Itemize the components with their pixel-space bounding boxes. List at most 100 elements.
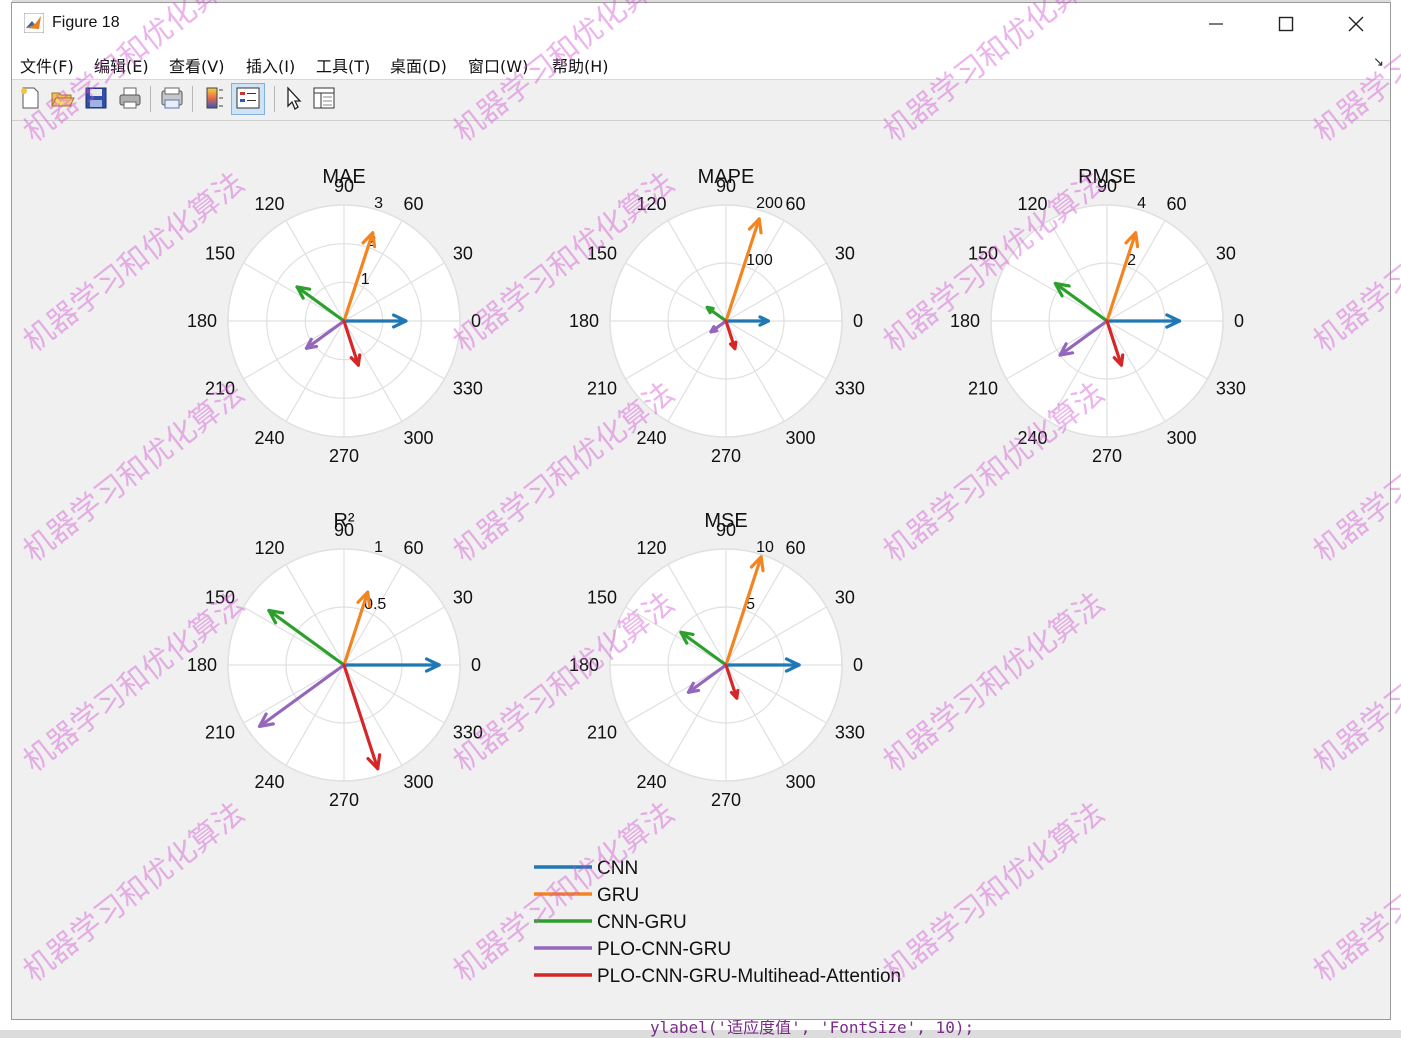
print-preview-icon[interactable]: [159, 85, 185, 111]
title-bar: Figure 18: [12, 3, 1390, 45]
dock-arrow-icon[interactable]: ↘: [1373, 55, 1384, 70]
angle-tick-label: 120: [636, 538, 666, 558]
angle-tick-label: 30: [835, 244, 855, 264]
angle-tick-label: 330: [1216, 379, 1246, 399]
figure-canvas: 0 30 60 90 120 150 180 210 240 270 300 330 1 2 3 MAE 0 30…: [12, 121, 1390, 1019]
angle-tick-label: 270: [711, 446, 741, 466]
matlab-logo-icon: [24, 13, 44, 33]
panel-title: R²: [333, 510, 354, 532]
angle-tick-label: 180: [950, 311, 980, 331]
figure-window: Figure 18 文件(F) 编辑(E) 查看(V) 插入(I) 工具(T) …: [11, 2, 1391, 1020]
panel-title: MAE: [322, 166, 365, 188]
angle-tick-label: 30: [835, 588, 855, 608]
pointer-icon[interactable]: [281, 85, 307, 111]
angle-tick-label: 0: [853, 311, 863, 331]
legend-label: PLO-CNN-GRU-Multihead-Attention: [597, 966, 901, 987]
legend: CNN GRU CNN-GRU PLO-CNN-GRU PLO-CNN-GRU-Mult…: [534, 858, 901, 987]
menu-file[interactable]: 文件(F): [20, 53, 74, 77]
angle-tick-label: 240: [1017, 428, 1047, 448]
angle-tick-label: 300: [1167, 428, 1197, 448]
menu-desktop[interactable]: 桌面(D): [390, 53, 447, 77]
menu-help[interactable]: 帮助(H): [552, 53, 609, 77]
angle-tick-label: 300: [404, 428, 434, 448]
radial-tick-label: 1: [374, 539, 383, 556]
legend-label: GRU: [597, 885, 639, 906]
angle-tick-label: 300: [786, 772, 816, 792]
angle-tick-label: 60: [1167, 194, 1187, 214]
toolbar-separator: [192, 86, 193, 112]
close-icon: [1348, 16, 1364, 32]
radial-tick-label: 100: [746, 252, 773, 269]
panel-title: MSE: [704, 510, 747, 532]
angle-tick-label: 240: [636, 772, 666, 792]
legend-label: PLO-CNN-GRU: [597, 939, 731, 960]
angle-tick-label: 60: [786, 194, 806, 214]
minimize-icon: [1209, 23, 1223, 25]
angle-tick-label: 150: [205, 588, 235, 608]
plot-area: 0306090120150180210240270300330123MAE030…: [187, 166, 1246, 987]
radial-tick-label: 3: [374, 195, 383, 212]
angle-tick-label: 270: [1092, 446, 1122, 466]
menu-insert[interactable]: 插入(I): [246, 53, 295, 77]
legend-label: CNN: [597, 858, 638, 879]
background-editor-strip-right: [1391, 0, 1401, 1030]
menu-window[interactable]: 窗口(W): [468, 53, 528, 77]
angle-tick-label: 120: [1017, 194, 1047, 214]
angle-tick-label: 0: [1234, 311, 1244, 331]
panel-title: MAPE: [698, 166, 755, 188]
radial-tick-label: 1: [361, 271, 370, 288]
angle-tick-label: 180: [187, 655, 217, 675]
menu-view[interactable]: 查看(V): [169, 53, 224, 77]
polar-panel-mse: 0306090120150180210240270300330510MSE: [569, 510, 865, 810]
angle-tick-label: 0: [471, 655, 481, 675]
angle-tick-label: 210: [205, 379, 235, 399]
menu-edit[interactable]: 编辑(E): [94, 53, 149, 77]
colorbar-icon[interactable]: [201, 85, 227, 111]
angle-tick-label: 120: [254, 194, 284, 214]
angle-tick-label: 180: [187, 311, 217, 331]
angle-tick-label: 150: [205, 244, 235, 264]
angle-tick-label: 240: [254, 428, 284, 448]
angle-tick-label: 210: [968, 379, 998, 399]
angle-tick-label: 60: [404, 194, 424, 214]
angle-tick-label: 180: [569, 311, 599, 331]
maximize-button[interactable]: [1252, 3, 1320, 45]
angle-tick-label: 270: [329, 446, 359, 466]
angle-tick-label: 150: [968, 244, 998, 264]
angle-tick-label: 240: [254, 772, 284, 792]
angle-tick-label: 330: [835, 723, 865, 743]
angle-tick-label: 120: [254, 538, 284, 558]
angle-tick-label: 300: [786, 428, 816, 448]
polar-panel-mae: 0306090120150180210240270300330123MAE: [187, 166, 483, 466]
angle-tick-label: 150: [587, 588, 617, 608]
angle-tick-label: 330: [453, 379, 483, 399]
toolbar-separator: [150, 86, 151, 112]
angle-tick-label: 210: [587, 379, 617, 399]
angle-tick-label: 120: [636, 194, 666, 214]
angle-tick-label: 270: [711, 790, 741, 810]
panel-title: RMSE: [1078, 166, 1136, 188]
print-icon[interactable]: [117, 85, 143, 111]
angle-tick-label: 30: [453, 588, 473, 608]
window-title: Figure 18: [52, 14, 120, 31]
angle-tick-label: 60: [404, 538, 424, 558]
angle-tick-label: 30: [1216, 244, 1236, 264]
polar-panel-mape: 0306090120150180210240270300330100200MAP…: [569, 166, 865, 466]
legend-label: CNN-GRU: [597, 912, 687, 933]
open-file-icon[interactable]: [49, 85, 75, 111]
radial-tick-label: 200: [756, 195, 783, 212]
background-editor-strip-bottom: ylabel('适应度值', 'FontSize', 10);: [0, 1018, 1401, 1037]
angle-tick-label: 30: [453, 244, 473, 264]
angle-tick-label: 330: [835, 379, 865, 399]
menu-tools[interactable]: 工具(T): [316, 53, 370, 77]
close-button[interactable]: [1322, 3, 1390, 45]
minimize-button[interactable]: [1182, 3, 1250, 45]
save-icon[interactable]: [83, 85, 109, 111]
radial-tick-label: 10: [756, 539, 774, 556]
new-figure-icon[interactable]: [17, 85, 43, 111]
angle-tick-label: 180: [569, 655, 599, 675]
property-editor-icon[interactable]: [311, 85, 337, 111]
angle-tick-label: 0: [853, 655, 863, 675]
polar-panel-rmse: 030609012015018021024027030033024RMSE: [950, 166, 1246, 466]
angle-tick-label: 210: [205, 723, 235, 743]
